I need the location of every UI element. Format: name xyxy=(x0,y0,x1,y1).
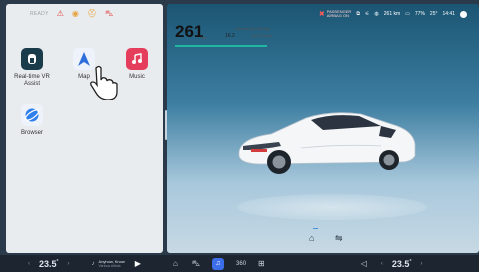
airbag-warning-icon: ⛑ xyxy=(86,9,98,18)
volume-icon[interactable]: ◁ xyxy=(361,259,367,268)
vr-assist-icon xyxy=(21,48,43,70)
vehicle-warning-icon: ⛍ xyxy=(105,9,114,18)
app-label: Browser xyxy=(20,130,43,136)
control-page-indicator xyxy=(313,228,318,229)
music-icon xyxy=(126,48,148,70)
browser-icon xyxy=(21,104,43,126)
top-status-bar: ✖ PASSENGER AIRBAG ON ⧉ ⚟ ◍ 261 km ▭ 77%… xyxy=(319,10,467,18)
app-real-time-vr-assist[interactable]: Real-time VR Assist xyxy=(14,48,50,88)
speed-unit: km xyxy=(201,35,207,40)
clock: 14:41 xyxy=(442,11,455,17)
app-launcher-panel: READY ⚠ ◉ ⛑ ⛍ Real-time VR Assist Map Mu… xyxy=(6,4,163,253)
speed-bar xyxy=(175,45,267,47)
music-dock-icon[interactable]: ♫ xyxy=(212,257,225,270)
tire-pressure-icon: ◉ xyxy=(71,9,79,18)
range-label: Remaining Mileage xyxy=(236,26,271,31)
speed-readout: 261 xyxy=(175,22,204,41)
user-avatar-icon[interactable] xyxy=(460,10,467,18)
ready-indicator: READY xyxy=(30,11,49,17)
app-browser[interactable]: Browser xyxy=(14,104,50,137)
app-label: Music xyxy=(129,74,145,80)
airbag-text-line2: AIRBAG ON xyxy=(326,13,349,18)
passenger-temp-up-icon[interactable]: › xyxy=(420,261,422,267)
battery-icon: ▭ xyxy=(405,11,410,17)
passenger-airbag-status: ✖ PASSENGER AIRBAG ON xyxy=(318,10,351,19)
app-label: Real-time VR Assist xyxy=(14,74,50,87)
app-grid-icon[interactable]: ⊞ xyxy=(258,259,265,268)
temp-degree: ° xyxy=(56,258,59,265)
vehicle-view-panel: 261 km Remaining Mileage 16.2 kWh/100km … xyxy=(167,4,479,253)
hand-pointer-icon xyxy=(90,65,118,100)
outside-temperature: 25° xyxy=(429,11,438,17)
play-button[interactable]: ▶ xyxy=(135,259,141,268)
passenger-temp-value: 23.5 xyxy=(391,258,410,269)
temp-degree: ° xyxy=(409,258,412,265)
energy-consumption-value: 16.2 xyxy=(225,33,235,39)
passenger-temperature[interactable]: 23.5° xyxy=(392,259,412,269)
charge-port-icon[interactable]: ⇋ xyxy=(335,233,343,244)
media-artist: Various Artists xyxy=(98,263,121,268)
passenger-temp-down-icon[interactable]: ‹ xyxy=(381,261,383,267)
airbag-icon: ✖ xyxy=(318,11,325,18)
trunk-open-icon[interactable]: ⌂ xyxy=(309,233,314,243)
driver-temp-value: 23.5 xyxy=(39,258,57,269)
driver-temp-up-icon[interactable]: › xyxy=(68,261,70,267)
bottom-dock: ‹ 23.5° › ♪ Anyhow, Know Various Artists… xyxy=(0,255,479,272)
media-title: Anyhow, Know xyxy=(98,258,125,264)
driver-temperature[interactable]: 23.5° xyxy=(39,259,59,269)
media-art-icon: ♪ xyxy=(91,260,95,267)
car-pedestal xyxy=(237,194,427,220)
driver-temp-down-icon[interactable]: ‹ xyxy=(28,261,30,267)
battery-level: 77% xyxy=(414,11,425,17)
seatbelt-warning-icon: ⚠ xyxy=(56,9,64,18)
vehicle-model-image[interactable] xyxy=(231,104,421,184)
camera-icon: ⧉ xyxy=(356,11,360,17)
signal-icon: ◍ xyxy=(374,11,379,17)
energy-consumption-unit: kWh/100km xyxy=(251,33,273,38)
app-music[interactable]: Music xyxy=(119,48,155,81)
left-status-bar: READY ⚠ ◉ ⛑ ⛍ xyxy=(6,4,163,24)
wifi-icon: ⚟ xyxy=(364,11,370,17)
range-status: 261 km xyxy=(383,11,401,17)
home-icon[interactable]: ⌂ xyxy=(173,259,178,268)
camera-360-button[interactable]: 360 xyxy=(236,261,246,267)
now-playing[interactable]: Anyhow, Know Various Artists xyxy=(99,259,125,269)
car-settings-icon[interactable]: ⛍ xyxy=(192,259,200,269)
